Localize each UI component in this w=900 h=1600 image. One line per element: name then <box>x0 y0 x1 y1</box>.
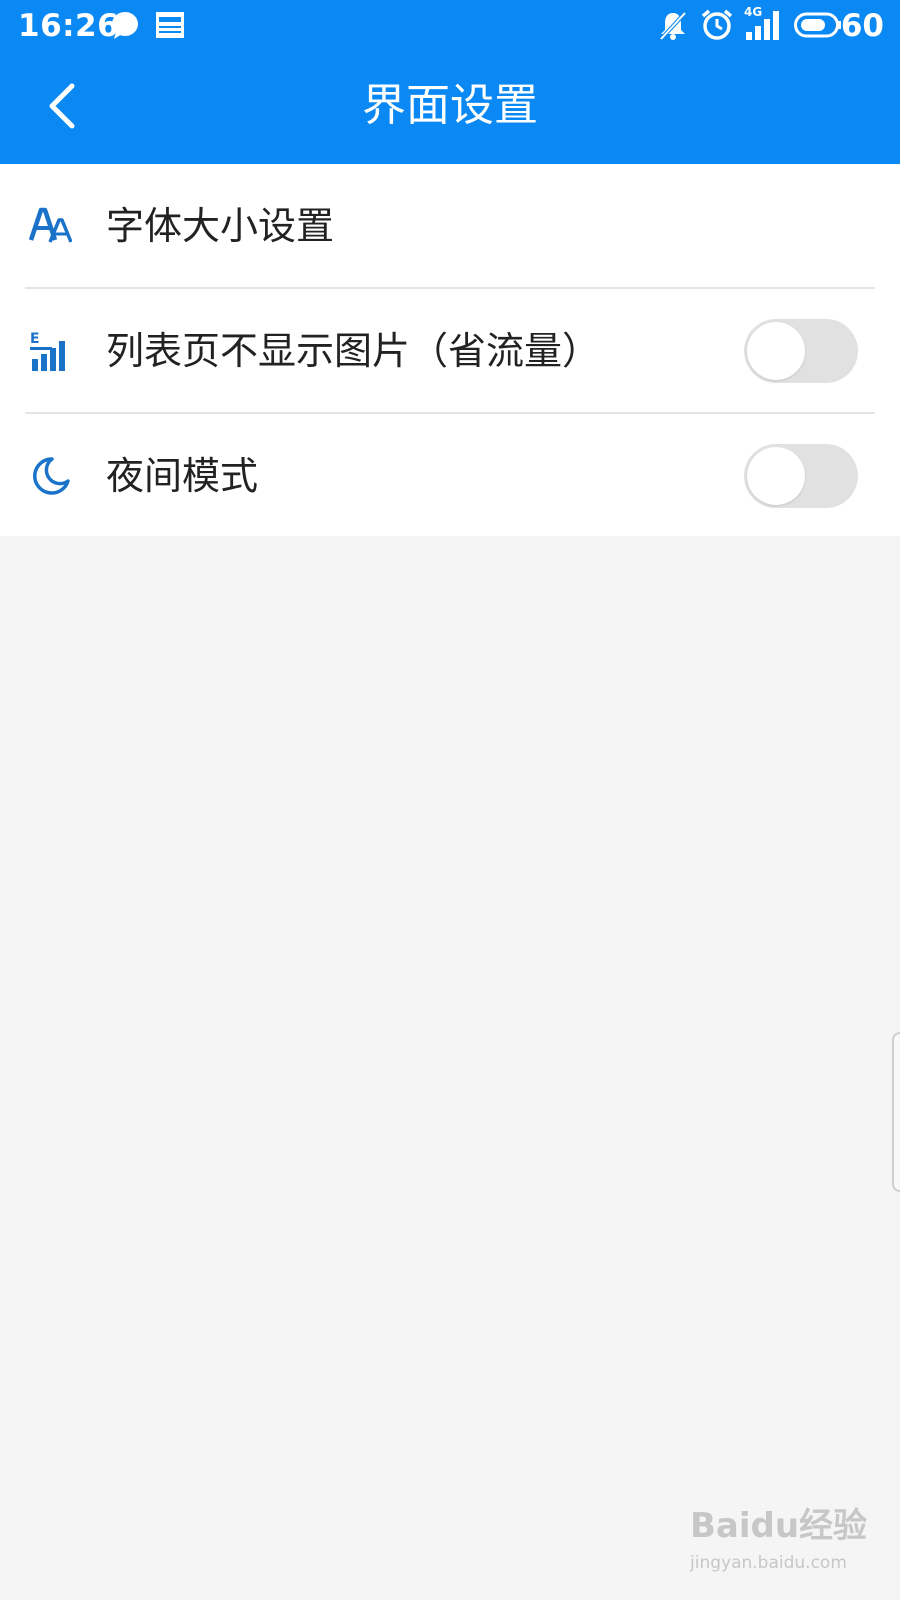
battery-icon <box>794 12 841 38</box>
signal-icon: 4G <box>744 6 784 42</box>
edge-scroll-handle[interactable] <box>892 1032 900 1192</box>
top-bar: 16:26 4G 60 界面设置 <box>0 0 900 164</box>
muted-bell-icon <box>659 11 687 41</box>
watermark-url: jingyan.baidu.com <box>690 1553 847 1573</box>
settings-list: 字体大小设置 E 列表页不显示图片（省流量） 夜间模式 <box>0 164 900 536</box>
font-size-icon <box>28 207 72 243</box>
data-saver-icon: E <box>30 331 65 371</box>
status-time: 16:26 <box>18 8 120 44</box>
battery-level: 60 <box>840 8 884 44</box>
title-bar: 界面设置 <box>0 52 900 164</box>
setting-label: 字体大小设置 <box>106 204 335 248</box>
setting-label: 夜间模式 <box>106 454 259 498</box>
night-mode-toggle[interactable] <box>744 444 858 508</box>
page-title: 界面设置 <box>362 80 538 131</box>
hide-images-toggle[interactable] <box>744 319 858 383</box>
setting-night-mode[interactable]: 夜间模式 <box>0 414 900 538</box>
toggle-knob <box>747 322 805 380</box>
moon-icon <box>33 457 70 495</box>
setting-label: 列表页不显示图片（省流量） <box>106 329 601 373</box>
svg-text:E: E <box>30 331 40 347</box>
news-icon <box>156 12 184 38</box>
setting-hide-images[interactable]: E 列表页不显示图片（省流量） <box>0 289 900 413</box>
alarm-icon <box>701 9 733 40</box>
chat-bubble-icon <box>112 12 138 39</box>
watermark-brand: Baidu经验 <box>690 1506 868 1546</box>
setting-font-size[interactable]: 字体大小设置 <box>0 164 900 288</box>
status-bar: 16:26 4G 60 <box>0 0 900 52</box>
toggle-knob <box>747 447 805 505</box>
